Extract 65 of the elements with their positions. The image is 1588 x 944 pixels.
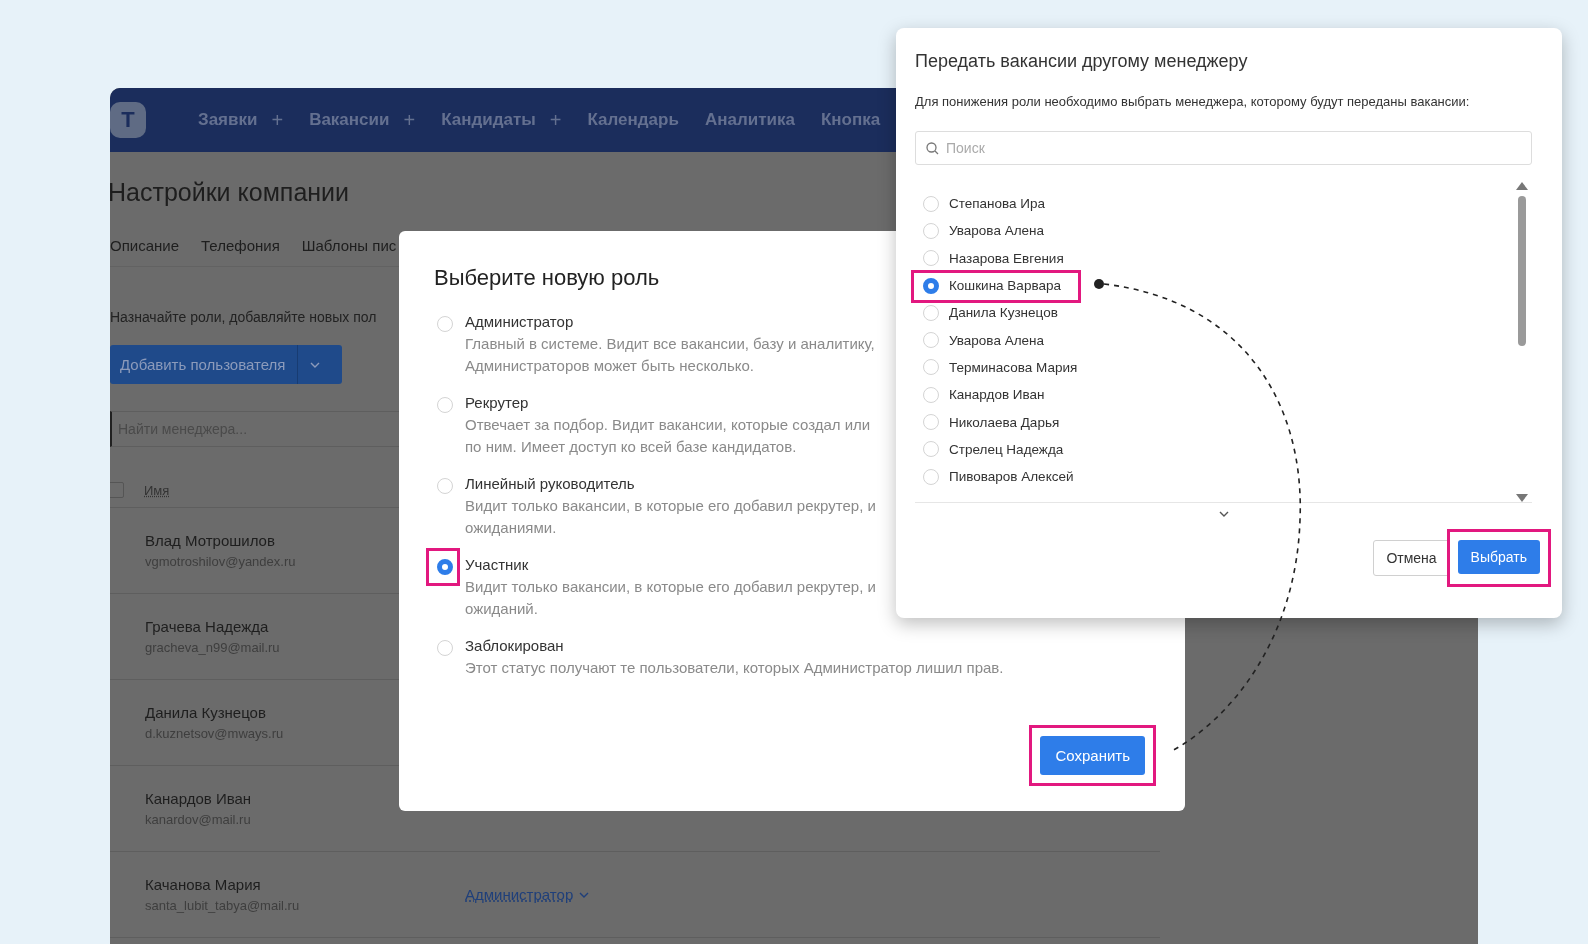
manager-name[interactable]: Николаева Дарья [949, 414, 1060, 430]
add-link[interactable]: + [549, 108, 562, 132]
add-user-button[interactable]: Добавить пользователя [110, 345, 342, 384]
radio-button[interactable] [437, 559, 453, 575]
user-name: Качанова Мария [145, 876, 261, 893]
column-header[interactable]: Имя [144, 482, 170, 498]
logo: T [110, 102, 146, 138]
radio-button[interactable] [923, 277, 939, 294]
manager-name[interactable]: Терминасова Мария [949, 359, 1078, 375]
chevron-down-icon [1218, 511, 1229, 517]
scroll-down-icon[interactable] [1516, 494, 1528, 502]
nav-link[interactable]: Аналитика [704, 110, 795, 130]
dialog-title: Передать вакансии другому менеджеру [915, 51, 1249, 72]
role-description: Видит только вакансии, в которые его добавил рекрутер, и [465, 496, 876, 516]
tab[interactable]: Шаблоны пис [301, 237, 397, 254]
manager-name[interactable]: Данила Кузнецов [949, 305, 1058, 321]
add-link[interactable]: + [403, 108, 416, 132]
nav-link[interactable]: Календарь [587, 110, 679, 130]
save-button[interactable]: Сохранить [1040, 736, 1145, 775]
add-link[interactable]: + [271, 108, 284, 132]
scroll-up-icon[interactable] [1516, 182, 1528, 190]
role-label: Администратор [465, 313, 575, 330]
role-label: Рекрутер [465, 394, 530, 411]
role-label: Линейный руководитель [465, 475, 636, 492]
select-all-checkbox[interactable] [110, 482, 124, 498]
manager-name[interactable]: Стрелец Надежда [949, 441, 1064, 457]
cancel-button[interactable]: Отмена [1373, 540, 1450, 576]
page-title: Настройки компании [110, 178, 349, 207]
nav-link[interactable]: Кандидаты [441, 110, 536, 130]
role-label: Заблокирован [465, 637, 565, 654]
choose-button[interactable]: Выбрать [1457, 540, 1540, 574]
nav-link[interactable]: Вакансии [309, 110, 390, 130]
dialog-title: Выберите новую роль [434, 265, 660, 291]
manager-name[interactable]: Канардов Иван [949, 387, 1045, 403]
manager-name[interactable]: Степанова Ира [949, 196, 1046, 212]
intro-text: Назначайте роли, добавляйте новых пол [110, 309, 377, 325]
role-description: Администраторов может быть несколько. [465, 356, 755, 376]
highlight-frame [426, 548, 460, 586]
role-description: Этот статус получают те пользователи, которых Администратор лишил прав. [465, 658, 1004, 678]
role-description: по ним. Имеет доступ ко всей базе кандидатов. [465, 437, 798, 457]
user-name: Влад Мотрошилов [145, 532, 275, 549]
role-description: ожиданий. [465, 599, 539, 619]
role-description: Видит только вакансии, в которые его добавил рекрутер, и [465, 577, 876, 597]
caret-icon [579, 891, 590, 898]
role-description: Отвечает за подбор. Видит вакансии, которые создал или [465, 415, 871, 435]
role-description: ожиданиями. [465, 518, 558, 538]
manager-name[interactable]: Назарова Евгения [949, 250, 1064, 266]
role-description: Главный в системе. Видит все вакансии, базу и аналитику, [465, 334, 875, 354]
tab[interactable]: Телефония [201, 237, 280, 254]
user-name: Данила Кузнецов [145, 704, 266, 721]
manager-name[interactable]: Кошкина Варвара [949, 278, 1061, 294]
search-icon [926, 142, 939, 155]
manager-name[interactable]: Уварова Алена [949, 223, 1044, 239]
nav-link[interactable]: Заявки [198, 110, 258, 130]
user-name: Грачева Надежда [145, 618, 269, 635]
caret-icon [310, 361, 321, 368]
manager-name[interactable]: Уварова Алена [949, 332, 1044, 348]
role-dropdown[interactable]: Администратор [465, 886, 590, 903]
dialog-description: Для понижения роли необходимо выбрать менеджера, которому будут переданы вакансии: [915, 94, 1471, 109]
nav-link[interactable]: Кнопка [820, 110, 881, 130]
manager-name[interactable]: Пивоваров Алексей [949, 469, 1074, 485]
scroll-thumb[interactable] [1518, 196, 1526, 346]
user-name: Канардов Иван [145, 790, 252, 807]
tab[interactable]: Описание [110, 237, 180, 254]
role-label: Участник [465, 556, 530, 573]
